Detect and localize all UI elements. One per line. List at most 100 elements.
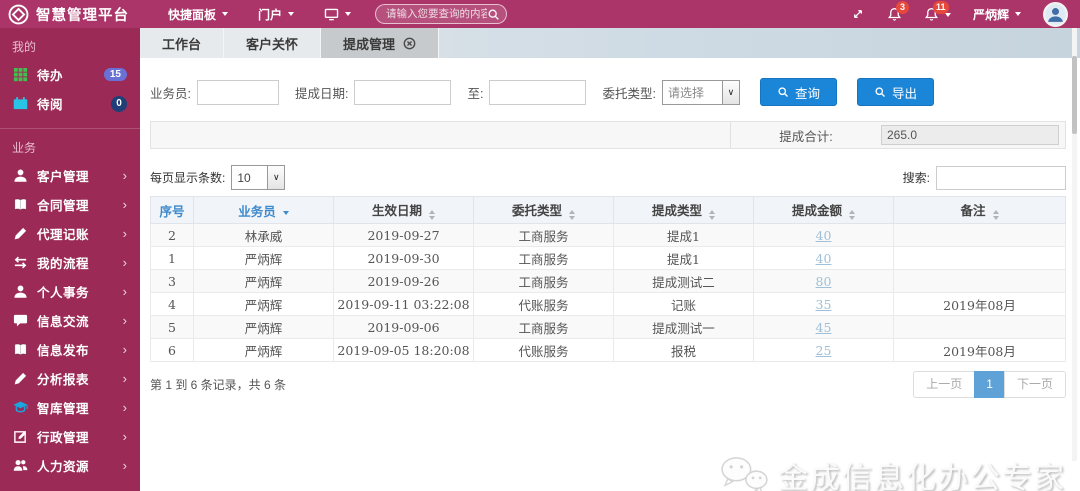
sidebar-item-my-workflow[interactable]: 我的流程 › [0,248,140,277]
username: 严炳辉 [972,7,1009,22]
column-header-label: 提成类型 [651,204,702,218]
cell: 1 [150,246,194,270]
table-search-control: 搜索: [903,165,1066,190]
table-row: 3 严炳辉 2019-09-26 工商服务 提成测试二 80 [150,269,1066,293]
tab-commission-mgmt[interactable]: 提成管理 [321,28,440,58]
sidebar-item-contract-mgmt[interactable]: 合同管理 › [0,190,140,219]
brand-title: 智慧管理平台 [36,7,129,24]
menu-monitor[interactable] [324,8,352,21]
sidebar-item-customer-mgmt[interactable]: 客户管理 › [0,161,140,190]
app-root: 智慧管理平台 快捷面板 门户 3 [0,0,1080,491]
column-header[interactable]: 提成金额 [753,196,894,224]
sidebar-item-admin-mgmt[interactable]: 行政管理 › [0,422,140,451]
sidebar-item-analysis-reports[interactable]: 分析报表 › [0,364,140,393]
page-size-control: 每页显示条数: 10 ∨ [150,165,286,190]
column-header-label: 业务员 [238,204,276,219]
cell: 5 [150,315,194,339]
column-header[interactable]: 备注 [893,196,1066,224]
entrust-type-select[interactable]: 请选择 ∨ [661,79,740,105]
fullscreen-icon[interactable] [851,7,865,21]
table-row: 1 严炳辉 2019-09-30 工商服务 提成1 40 [150,246,1066,270]
sidebar-item-think-tank[interactable]: 智库管理 › [0,393,140,422]
cell [893,315,1066,339]
amount-link[interactable]: 80 [816,274,832,289]
cell: 工商服务 [473,246,614,270]
chevron-down-icon [944,12,951,17]
commission-total-value: 265.0 [881,125,1059,145]
sidebar-item-agency-accounting[interactable]: 代理记账 › [0,219,140,248]
navbar-search-input[interactable] [386,8,488,20]
column-header-label: 提成金额 [791,204,842,218]
summary-bar: 提成合计: 265.0 [150,121,1066,149]
cell: 2019-09-05 18:20:08 [333,338,474,362]
user-icon [13,284,28,299]
table-row: 6 严炳辉 2019-09-05 18:20:08 代账服务 报税 25 2019年08月 [150,338,1066,362]
cell: 4 [150,292,194,316]
page-size-label: 每页显示条数: [150,171,226,185]
amount-link[interactable]: 40 [816,251,832,266]
page-size-value: 10 [237,170,251,185]
amount-link[interactable]: 25 [816,343,832,358]
sidebar-item-todo[interactable]: 待办 15 [0,60,140,89]
tab-workbench[interactable]: 工作台 [140,28,225,58]
avatar[interactable] [1043,1,1068,27]
sidebar-section-label: 业务 [12,141,37,155]
user-menu[interactable]: 严炳辉 [973,6,1021,23]
users-icon [13,458,28,473]
column-header[interactable]: 序号 [150,196,194,224]
page-1-button[interactable]: 1 [974,371,1005,398]
column-header[interactable]: 委托类型 [473,196,614,224]
date-from-input[interactable] [354,79,452,105]
sidebar-item-info-publish[interactable]: 信息发布 › [0,335,140,364]
menu-portal[interactable]: 门户 [258,6,295,23]
column-header[interactable]: 业务员 [193,196,334,224]
commission-table: 序号 业务员 生效日期 委托类型 提成类型 提成金额 备注 2 林承威 2019-09-27 工商… [150,196,1066,362]
table-row: 5 严炳辉 2019-09-06 工商服务 提成测试一 45 [150,315,1066,339]
chevron-right-icon: › [122,342,127,357]
chevron-down-icon [345,12,352,16]
to-label: 至: [467,86,484,101]
sidebar-item-messaging[interactable]: 信息交流 › [0,306,140,335]
amount-link[interactable]: 35 [816,297,832,312]
cell: 提成1 [613,246,754,270]
query-button-label: 查询 [794,86,820,101]
tab-label: 提成管理 [343,36,396,52]
menu-quick-panel[interactable]: 快捷面板 [168,6,229,23]
amount-cell: 80 [753,269,894,293]
sidebar-item-human-resources[interactable]: 人力资源 › [0,451,140,480]
message-bell-icon[interactable]: 11 [924,0,951,22]
salesperson-input[interactable] [196,79,279,105]
amount-link[interactable]: 45 [816,320,832,335]
cell: 2 [150,223,194,247]
sidebar-item-label: 行政管理 [37,431,90,445]
pencil-icon [13,226,28,241]
next-page-button[interactable]: 下一页 [1003,371,1066,398]
table-search-input[interactable] [936,165,1066,190]
book-icon [13,342,28,357]
cell: 严炳辉 [193,315,334,339]
chevron-right-icon: › [122,429,127,444]
query-button[interactable]: 查询 [759,78,837,106]
export-button[interactable]: 导出 [856,78,934,106]
sidebar-item-label: 待办 [37,69,64,83]
sidebar-item-to-read[interactable]: 待阅 0 [0,89,140,118]
tab-customer-care[interactable]: 客户关怀 [224,28,322,58]
sidebar-item-personal-affairs[interactable]: 个人事务 › [0,277,140,306]
vertical-scrollbar[interactable] [1072,28,1077,461]
prev-page-button[interactable]: 上一页 [913,371,976,398]
date-to-input[interactable] [489,79,587,105]
notification-bell-icon[interactable]: 3 [887,0,909,22]
search-icon[interactable] [487,8,500,21]
scrollbar-thumb[interactable] [1072,56,1077,134]
amount-link[interactable]: 40 [816,228,832,243]
sidebar: 我的 待办 15 待阅 0 业务 客户管理 › 合同管理 › 代理记账 › 我的流程 › 个人事务 › 信息交流… [0,28,140,491]
tab-close-icon[interactable] [403,37,416,50]
cell: 代账服务 [473,292,614,316]
column-header[interactable]: 提成类型 [613,196,754,224]
column-header[interactable]: 生效日期 [333,196,474,224]
salesperson-label: 业务员: [150,86,191,101]
table-body: 2 林承威 2019-09-27 工商服务 提成1 40 1 严炳辉 2019-09-30 工商服… [150,223,1066,362]
count-badge: 0 [111,95,127,112]
page: 业务员: 提成日期: 至: 委托类型: 请选择 ∨ 查询 导出 提成合计: 26… [140,78,1080,491]
page-size-select[interactable]: 10 ∨ [231,165,286,190]
